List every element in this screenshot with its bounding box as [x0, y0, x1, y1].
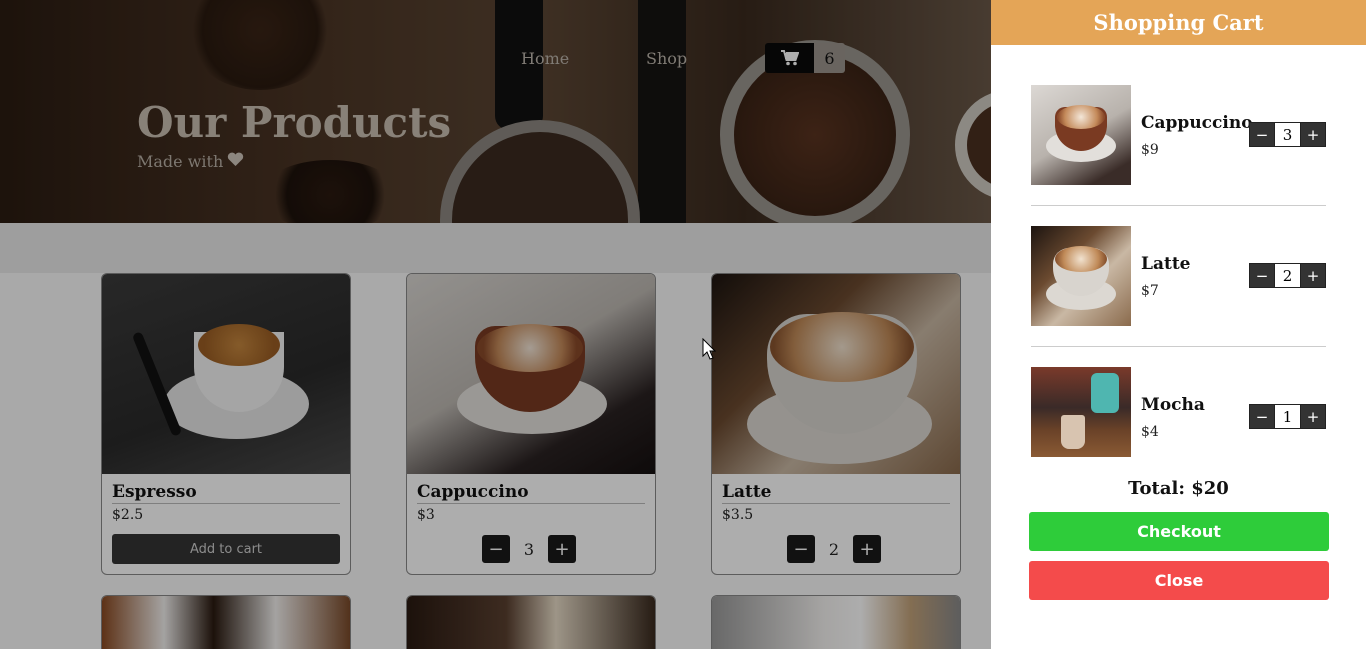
- increase-button[interactable]: +: [1301, 123, 1325, 146]
- cart-item: Latte $7 − 2 +: [1031, 226, 1326, 326]
- decrease-button[interactable]: −: [1250, 264, 1274, 287]
- decrease-button[interactable]: −: [1250, 405, 1274, 428]
- cart-total: Total: $20: [1128, 478, 1229, 499]
- modal-backdrop[interactable]: [0, 0, 991, 649]
- decrease-button[interactable]: −: [1250, 123, 1274, 146]
- quantity-value: 2: [1274, 264, 1301, 287]
- cart-item-price: $4: [1141, 424, 1159, 440]
- cart-item-image: [1031, 226, 1131, 326]
- quantity-value: 3: [1274, 123, 1301, 146]
- cart-item-image: [1031, 367, 1131, 457]
- cart-title: Shopping Cart: [991, 0, 1366, 45]
- cart-quantity-stepper: − 1 +: [1249, 404, 1326, 429]
- checkout-button[interactable]: Checkout: [1029, 512, 1329, 551]
- cart-item-image: [1031, 85, 1131, 185]
- cart-item-name: Cappuccino: [1141, 113, 1253, 133]
- shopping-cart-panel: Shopping Cart Cappuccino $9 − 3 + Latte …: [991, 0, 1366, 649]
- divider: [1031, 346, 1326, 347]
- cart-quantity-stepper: − 2 +: [1249, 263, 1326, 288]
- cart-item-price: $7: [1141, 283, 1159, 299]
- cart-item-name: Latte: [1141, 254, 1191, 274]
- cart-item-price: $9: [1141, 142, 1159, 158]
- cart-item: Cappuccino $9 − 3 +: [1031, 85, 1326, 185]
- cart-quantity-stepper: − 3 +: [1249, 122, 1326, 147]
- mouse-cursor-icon: [702, 338, 716, 360]
- quantity-value: 1: [1274, 405, 1301, 428]
- close-button[interactable]: Close: [1029, 561, 1329, 600]
- increase-button[interactable]: +: [1301, 264, 1325, 287]
- cart-item-name: Mocha: [1141, 395, 1205, 415]
- cart-item: Mocha $4 − 1 +: [1031, 367, 1326, 467]
- divider: [1031, 205, 1326, 206]
- increase-button[interactable]: +: [1301, 405, 1325, 428]
